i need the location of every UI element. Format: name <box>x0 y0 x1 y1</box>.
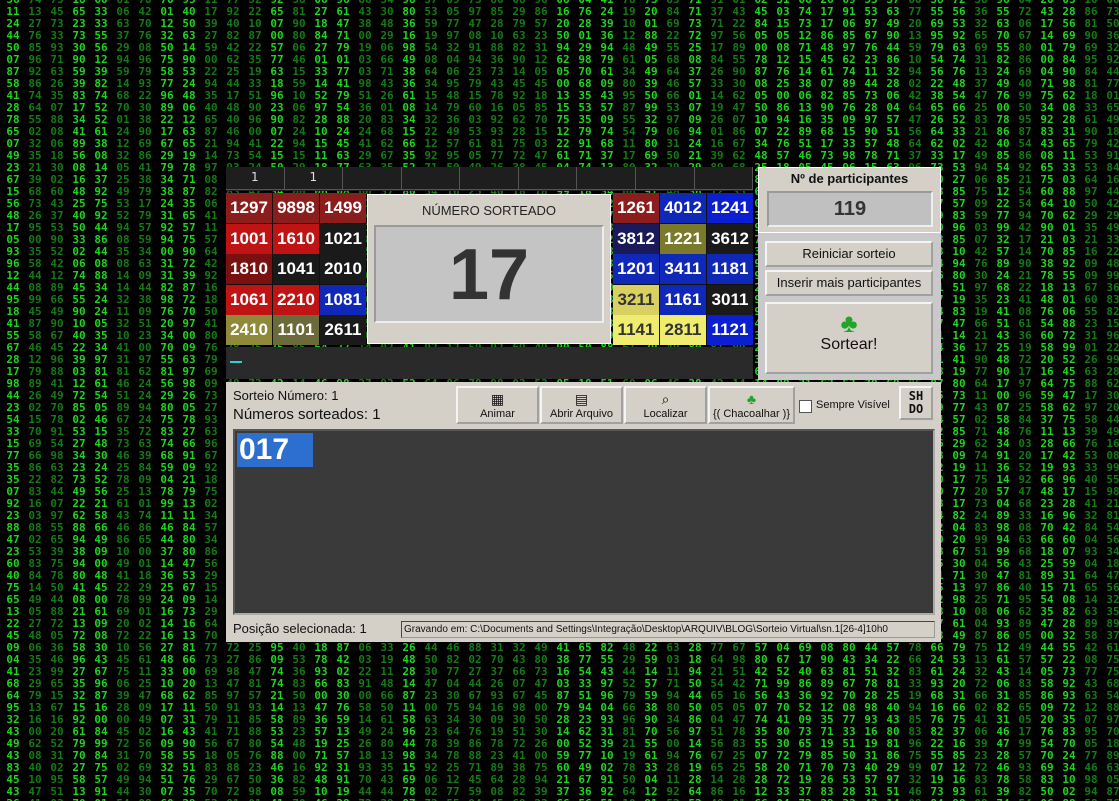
participant-tile[interactable]: 1061 <box>226 284 272 315</box>
matrix-column: 74 13 27 76 85 96 92 86 74 64 55 02 32 3… <box>28 0 42 801</box>
add-participants-button[interactable]: Inserir mais participantes <box>765 270 933 296</box>
participant-tile[interactable]: 1297 <box>226 193 272 223</box>
matrix-column: 56 11 24 44 50 07 87 58 41 28 78 65 07 4… <box>6 0 20 801</box>
sorteio-window: 11 1297 9898 1499 1001 1610 1021 1810 1041 2010 1… <box>226 167 941 642</box>
drawn-count-text: Números sorteados: 1 <box>233 406 381 423</box>
participant-tile[interactable]: 2611 <box>320 315 366 345</box>
matrix-column: 60 33 33 55 56 12 39 82 74 52 52 61 38 0… <box>94 0 108 801</box>
participant-tile[interactable]: 1181 <box>707 254 753 284</box>
search-button[interactable]: ⌕ Localizar <box>624 386 707 424</box>
participant-tile[interactable]: 1101 <box>273 315 319 345</box>
participants-grid-right: 1261 4012 1241 3812 1221 3612 1201 3411 1181 3211… <box>613 193 753 345</box>
participants-grid-left: 1297 9898 1499 1001 1610 1021 1810 1041 2010 1061… <box>226 193 366 345</box>
matrix-column: 11 17 39 27 59 00 22 94 35 40 65 87 21 1… <box>204 0 218 801</box>
participant-tile[interactable]: 1081 <box>320 284 366 315</box>
participant-tile[interactable]: 1121 <box>707 315 753 345</box>
matrix-column: 10 86 81 90 69 95 84 81 18 33 61 90 79 5… <box>1084 0 1098 801</box>
participant-tile[interactable]: 3812 <box>613 223 659 254</box>
participant-tile[interactable]: 3211 <box>613 284 659 315</box>
participants-box: Nº de participantes 119 <box>758 167 941 233</box>
participant-tile[interactable]: 3612 <box>707 223 753 254</box>
participant-tile[interactable]: 1161 <box>660 284 706 315</box>
participants-count: 119 <box>767 191 933 227</box>
list-item[interactable]: 017 <box>237 433 313 467</box>
save-path: Gravando em: C:\Documents and Settings\I… <box>401 621 935 638</box>
participant-tile[interactable]: 4012 <box>660 193 706 223</box>
draw-number-text: Sorteio Número: 1 <box>233 388 339 403</box>
control-panel: Nº de participantes 119 Reiniciar sortei… <box>758 167 941 380</box>
participant-tile[interactable]: 9898 <box>273 193 319 223</box>
strip-cell <box>635 167 695 190</box>
strip-cell <box>577 167 636 190</box>
participant-tile[interactable]: 1241 <box>707 193 753 223</box>
strip-cell <box>694 167 754 190</box>
animate-label: Animar <box>480 408 515 420</box>
document-icon: ▤ <box>574 391 589 407</box>
strip-cell <box>401 167 461 190</box>
shake-label: {( Chacoalhar )} <box>712 408 791 420</box>
participant-tile[interactable]: 1001 <box>226 223 272 254</box>
participant-tile[interactable]: 1499 <box>320 193 366 223</box>
animate-button[interactable]: ▦ Animar <box>456 386 539 424</box>
strip-cell: 1 <box>226 167 285 190</box>
matrix-column: 75 45 73 33 93 71 63 26 35 07 88 08 06 1… <box>50 0 64 801</box>
matrix-column: 78 42 70 76 08 96 79 93 22 30 38 90 69 8… <box>138 0 152 801</box>
strip-cell <box>460 167 519 190</box>
matrix-column: 61 06 63 37 29 94 59 14 68 70 01 24 12 3… <box>116 0 130 801</box>
open-file-button[interactable]: ▤ Abrir Arquivo <box>540 386 623 424</box>
search-icon: ⌕ <box>661 391 670 407</box>
restart-draw-button[interactable]: Reiniciar sorteio <box>765 241 933 267</box>
drawn-number-panel: NÚMERO SORTEADO 17 <box>367 194 611 344</box>
matrix-column: 38 36 32 65 69 31 13 37 47 25 83 21 42 4… <box>974 0 988 801</box>
participants-label: Nº de participantes <box>790 171 909 186</box>
drawn-numbers-list[interactable]: 017 <box>233 429 935 615</box>
always-visible-label: Sempre Visível <box>816 399 890 411</box>
drawn-number-label: NÚMERO SORTEADO <box>421 203 557 218</box>
participant-tile[interactable]: 3011 <box>707 284 753 315</box>
search-label: Localizar <box>643 408 688 420</box>
matrix-column: 72 56 53 92 63 74 76 48 54 66 52 33 02 1… <box>952 0 966 801</box>
progress-cursor <box>230 361 242 363</box>
matrix-column: 96 55 63 70 55 82 24 49 76 00 78 86 40 8… <box>996 0 1010 801</box>
participant-tile[interactable]: 3411 <box>660 254 706 284</box>
matrix-column: 18 65 23 73 30 90 59 39 83 17 34 41 89 5… <box>72 0 86 801</box>
participant-tile[interactable]: 1810 <box>226 254 272 284</box>
strip-cell <box>518 167 578 190</box>
clover-icon: ♣ <box>840 308 858 338</box>
selected-position: Posição selecionada: 1 <box>233 621 367 636</box>
strip-cell <box>343 167 402 190</box>
shdo-label: SH DO <box>908 389 924 416</box>
draw-button-label: Sortear! <box>820 336 878 353</box>
draw-button[interactable]: ♣ Sortear! <box>765 302 933 374</box>
participant-tile[interactable]: 1141 <box>613 315 659 345</box>
matrix-column: 70 01 12 32 50 75 58 77 96 89 22 17 67 2… <box>160 0 174 801</box>
always-visible-checkbox[interactable] <box>799 400 812 413</box>
drawn-number-value: 17 <box>374 225 604 323</box>
matrix-column: 00 73 50 36 32 92 44 77 01 65 49 18 42 9… <box>1106 0 1119 801</box>
participant-tile[interactable]: 2410 <box>226 315 272 345</box>
top-strip: 11 <box>226 167 754 191</box>
film-icon: ▦ <box>490 391 505 407</box>
open-file-label: Abrir Arquivo <box>550 408 613 420</box>
shake-button[interactable]: ♣ {( Chacoalhar )} <box>708 386 795 424</box>
participant-tile[interactable]: 2811 <box>660 315 706 345</box>
participant-tile[interactable]: 1221 <box>660 223 706 254</box>
shdo-button[interactable]: SH DO <box>899 386 933 420</box>
matrix-column: 03 28 56 69 79 84 90 98 62 08 28 31 65 1… <box>1062 0 1076 801</box>
matrix-column: 20 43 17 14 01 00 04 71 75 34 92 83 43 0… <box>1040 0 1054 801</box>
results-panel: Sorteio Número: 1 Números sorteados: 1 ▦… <box>226 382 941 642</box>
participant-tile[interactable]: 2010 <box>320 254 366 284</box>
participant-tile[interactable]: 1041 <box>273 254 319 284</box>
strip-cell: 1 <box>284 167 344 190</box>
matrix-column: 95 40 50 63 14 90 53 24 48 06 12 63 65 1… <box>182 0 196 801</box>
participant-tile[interactable]: 1201 <box>613 254 659 284</box>
matrix-column: 04 72 06 67 80 86 69 40 99 50 95 87 54 8… <box>1018 0 1032 801</box>
progress-bar <box>226 347 753 379</box>
participant-tile[interactable]: 1610 <box>273 223 319 254</box>
participant-tile[interactable]: 1021 <box>320 223 366 254</box>
participant-tile[interactable]: 2210 <box>273 284 319 315</box>
participant-tile[interactable]: 1261 <box>613 193 659 223</box>
clover-icon: ♣ <box>746 391 757 407</box>
